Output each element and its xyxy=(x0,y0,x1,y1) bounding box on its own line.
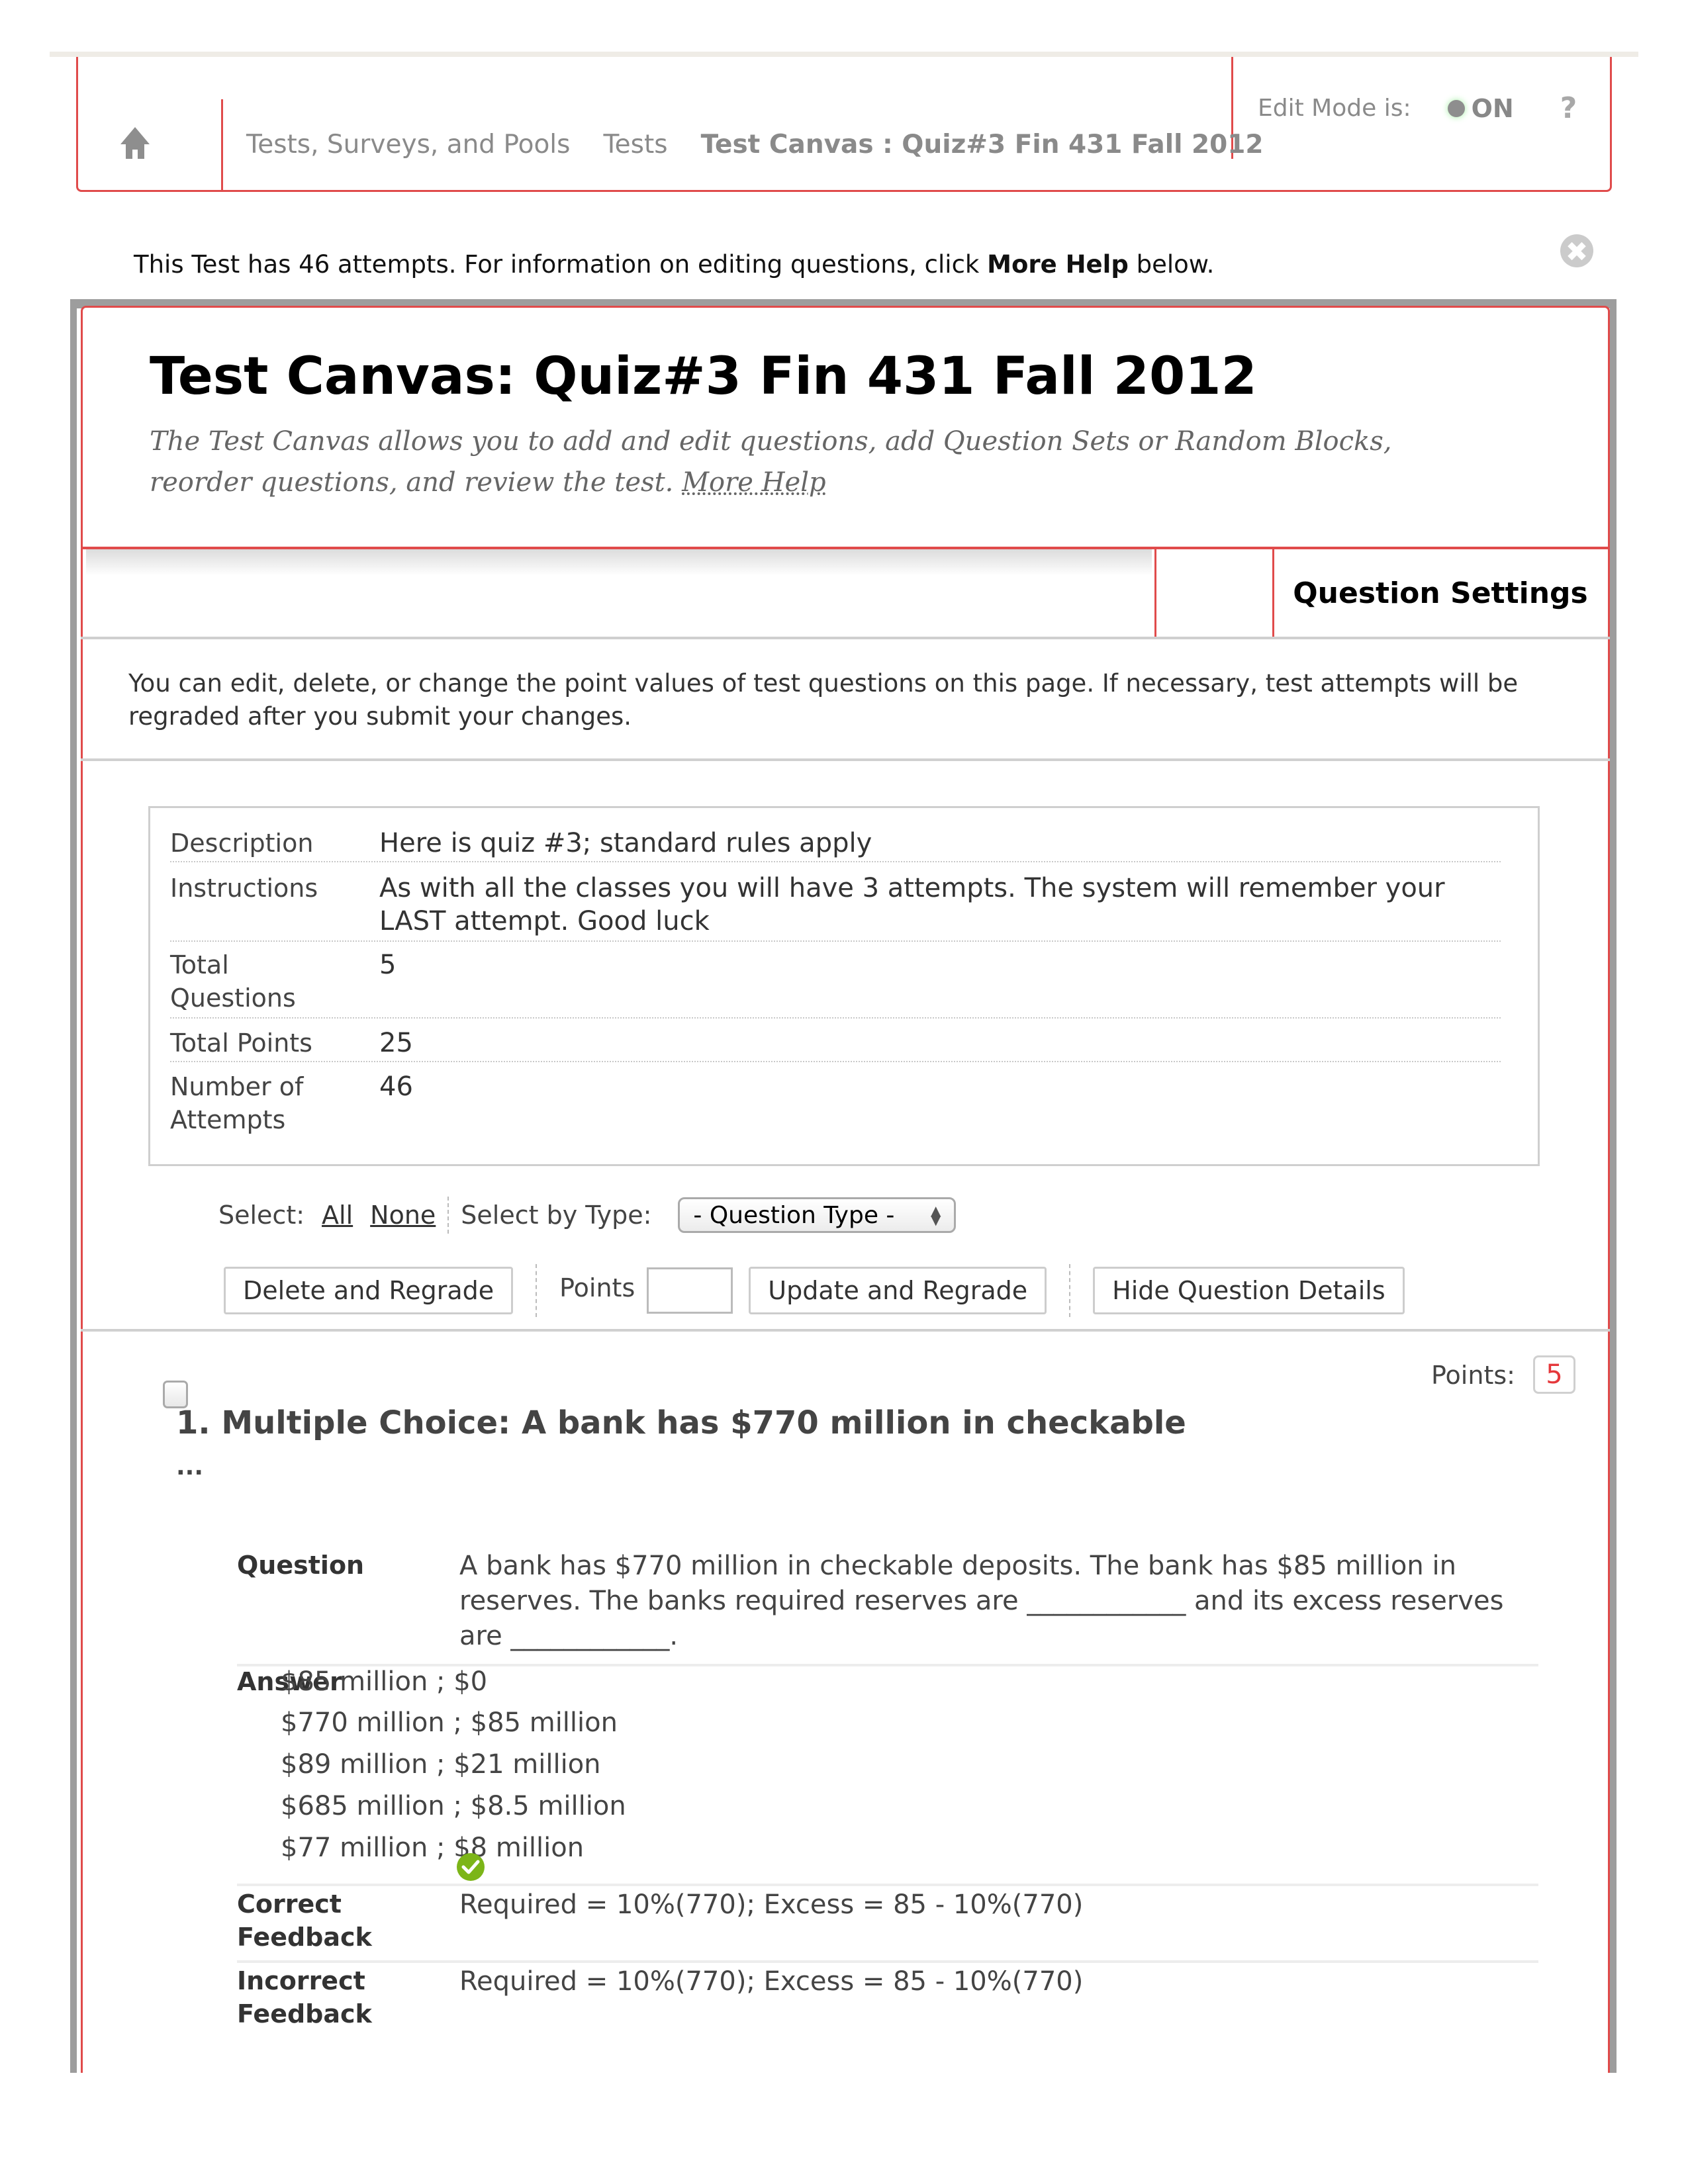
question-points-label: Points: xyxy=(1431,1361,1515,1390)
details-label: Total Questions xyxy=(170,950,296,1013)
select-by-type-label: Select by Type: xyxy=(461,1201,652,1230)
question-text: A bank has $770 million in checkable dep… xyxy=(459,1551,1504,1651)
details-value: Here is quiz #3; standard rules apply xyxy=(379,828,872,858)
incorrect-feedback-row: Incorrect Feedback Required = 10%(770); … xyxy=(237,1964,1538,2037)
question-label: Question xyxy=(237,1551,365,1580)
select-all-link[interactable]: All xyxy=(322,1201,353,1230)
question-title[interactable]: 1. Multiple Choice: A bank has $770 mill… xyxy=(176,1404,1186,1441)
info-message-text: This Test has 46 attempts. For informati… xyxy=(134,250,988,279)
details-value: 46 xyxy=(379,1071,413,1102)
test-details: Description Here is quiz #3; standard ru… xyxy=(148,806,1540,1166)
divider xyxy=(1154,549,1156,637)
delete-regrade-button[interactable]: Delete and Regrade xyxy=(224,1267,514,1314)
edit-mode: Edit Mode is: ON ? xyxy=(1258,91,1577,125)
divider xyxy=(536,1264,538,1317)
details-value: As with all the classes you will have 3 … xyxy=(379,873,1445,936)
select-label: Select: xyxy=(218,1201,305,1230)
help-icon[interactable]: ? xyxy=(1560,91,1577,125)
details-value: 5 xyxy=(379,950,397,980)
details-row: Description Here is quiz #3; standard ru… xyxy=(170,827,1501,862)
more-help-link[interactable]: More Help xyxy=(682,467,826,498)
answer-option: $685 million ; $8.5 million xyxy=(281,1791,626,1821)
edit-mode-toggle[interactable]: ON xyxy=(1447,93,1514,123)
question-type-select[interactable]: - Question Type - ▲ ▼ xyxy=(678,1197,957,1233)
page-subtitle: The Test Canvas allows you to add and ed… xyxy=(150,421,1474,503)
question-type-value: - Question Type - xyxy=(693,1201,895,1229)
select-row: Select: All None Select by Type: - Quest… xyxy=(218,1197,957,1234)
divider xyxy=(221,99,223,192)
points-input[interactable] xyxy=(647,1267,733,1314)
breadcrumb-current: Test Canvas : Quiz#3 Fin 431 Fall 2012 xyxy=(700,130,1264,159)
action-buttons: Delete and Regrade Points Update and Reg… xyxy=(224,1264,1405,1317)
close-icon[interactable] xyxy=(1560,234,1593,267)
details-row: Number of Attempts 46 xyxy=(170,1070,1501,1139)
answer-option: $89 million ; $21 million xyxy=(281,1749,601,1780)
answer-option: $770 million ; $85 million xyxy=(281,1707,618,1738)
divider xyxy=(1069,1264,1071,1317)
intro-text: You can edit, delete, or change the poin… xyxy=(128,669,1519,731)
breadcrumb: Tests, Surveys, and Pools Tests Test Canva… xyxy=(246,130,1297,159)
edit-mode-label: Edit Mode is: xyxy=(1258,95,1411,122)
question-points-value[interactable]: 5 xyxy=(1533,1355,1575,1394)
divider xyxy=(237,1884,1538,1886)
breadcrumb-item[interactable]: Tests, Surveys, and Pools xyxy=(246,130,570,159)
details-value: 25 xyxy=(379,1028,413,1058)
status-dot-icon xyxy=(1447,99,1465,117)
question-ellipsis: ... xyxy=(176,1453,204,1480)
correct-check-icon xyxy=(457,1853,485,1881)
update-regrade-button[interactable]: Update and Regrade xyxy=(749,1267,1047,1314)
divider xyxy=(1272,549,1274,637)
top-band xyxy=(50,52,1638,57)
details-label: Total Points xyxy=(170,1028,312,1058)
answer-option-correct: $77 million ; $8 million xyxy=(281,1833,585,1863)
info-message-suffix: below. xyxy=(1128,250,1215,279)
page-title: Test Canvas: Quiz#3 Fin 431 Fall 2012 xyxy=(150,347,1257,406)
divider xyxy=(81,1329,1610,1332)
divider xyxy=(81,637,1610,639)
home-icon[interactable] xyxy=(117,124,154,161)
details-row: Instructions As with all the classes you… xyxy=(170,872,1501,942)
incorrect-feedback-text: Required = 10%(770); Excess = 85 - 10%(7… xyxy=(459,1966,1084,1997)
divider xyxy=(81,758,1610,761)
action-bar xyxy=(86,549,1152,637)
breadcrumb-item[interactable]: Tests xyxy=(603,130,667,159)
more-help-emphasis: More Help xyxy=(987,250,1129,279)
points-label: Points xyxy=(559,1273,635,1302)
frame-border xyxy=(1610,299,1617,2073)
select-none-link[interactable]: None xyxy=(370,1201,436,1230)
info-message: This Test has 46 attempts. For informati… xyxy=(134,250,1214,279)
details-label: Description xyxy=(170,829,314,858)
incorrect-feedback-label: Incorrect Feedback xyxy=(237,1966,372,2028)
correct-feedback-row: Correct Feedback Required = 10%(770); Ex… xyxy=(237,1888,1538,1960)
details-label: Number of Attempts xyxy=(170,1072,304,1134)
question-row: Question A bank has $770 million in chec… xyxy=(237,1549,1538,1655)
hide-question-details-button[interactable]: Hide Question Details xyxy=(1093,1267,1405,1314)
details-row: Total Points 25 xyxy=(170,1026,1501,1062)
details-row: Total Questions 5 xyxy=(170,948,1501,1019)
select-arrows-icon: ▲ ▼ xyxy=(931,1203,941,1228)
frame-border xyxy=(70,299,77,2073)
details-label: Instructions xyxy=(170,874,318,903)
answer-option: $85 million ; $0 xyxy=(281,1666,488,1697)
question-settings-button[interactable]: Question Settings xyxy=(1275,549,1606,637)
divider xyxy=(237,1960,1538,1963)
correct-feedback-label: Correct Feedback xyxy=(237,1889,372,1952)
correct-feedback-text: Required = 10%(770); Excess = 85 - 10%(7… xyxy=(459,1889,1084,1920)
divider xyxy=(447,1197,449,1234)
edit-mode-state: ON xyxy=(1471,93,1514,123)
